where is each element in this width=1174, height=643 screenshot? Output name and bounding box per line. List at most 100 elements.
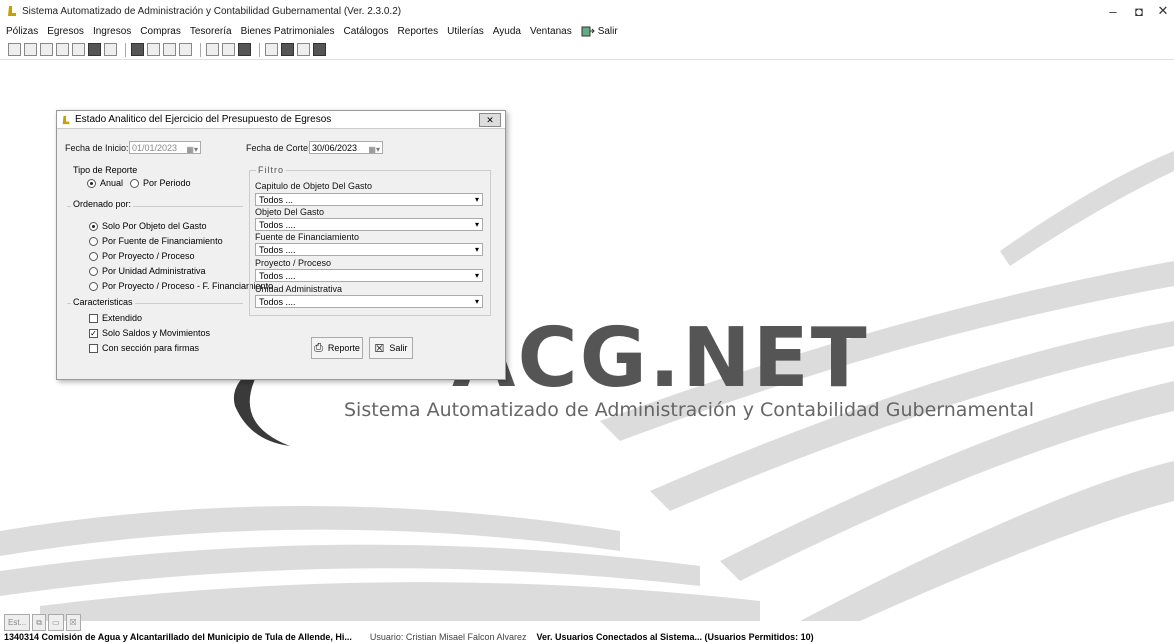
radio-unidad-administrativa[interactable]: Por Unidad Administrativa: [89, 266, 206, 276]
fecha-corte-value: 30/06/2023: [312, 143, 358, 153]
minimized-window-button[interactable]: Est...: [4, 614, 31, 631]
reporte-button[interactable]: ⎙ Reporte: [311, 337, 363, 359]
menu-catalogos[interactable]: Catálogos: [344, 26, 389, 37]
menu-bienes-patrimoniales[interactable]: Bienes Patrimoniales: [241, 26, 335, 37]
radio-anual-label: Anual: [100, 178, 124, 188]
menu-bar: Pólizas Egresos Ingresos Compras Tesorer…: [0, 22, 1174, 40]
tipo-reporte-title: Tipo de Reporte: [71, 165, 140, 175]
toolbar-doc3-icon[interactable]: [56, 43, 69, 56]
menu-utilerias[interactable]: Utilerías: [447, 26, 484, 37]
radio-proyecto-financiamiento[interactable]: Por Proyecto / Proceso - F. Financiamien…: [89, 281, 273, 291]
chevron-down-icon: ▾: [474, 297, 479, 306]
filtro-proyecto-label: Proyecto / Proceso: [255, 258, 332, 268]
mdi-taskbar: Est... ⧉ ▭ ☒: [4, 614, 83, 631]
tile-icon[interactable]: ▭: [47, 614, 64, 631]
filtro-proyecto-select[interactable]: Todos .... ▾: [255, 269, 483, 282]
menu-tesoreria[interactable]: Tesorería: [190, 26, 232, 37]
radio-por-periodo[interactable]: Por Periodo: [130, 178, 191, 188]
toolbar-chart-icon[interactable]: [104, 43, 117, 56]
toolbar-separator: [259, 42, 260, 57]
checkbox-box: ✓: [89, 328, 98, 338]
close-button[interactable]: ✕: [1148, 0, 1174, 22]
checkbox-solo-saldos[interactable]: ✓ Solo Saldos y Movimientos: [89, 328, 210, 338]
caracteristicas-title: Caracteristicas: [71, 297, 135, 307]
dialog-title-bar: Estado Analitico del Ejercicio del Presu…: [57, 111, 505, 129]
menu-ayuda[interactable]: Ayuda: [493, 26, 521, 37]
toolbar-list-icon[interactable]: [297, 43, 310, 56]
filtro-unidad-select[interactable]: Todos .... ▾: [255, 295, 483, 308]
toolbar-doc-icon[interactable]: [24, 43, 37, 56]
checkbox-extendido[interactable]: Extendido: [89, 313, 142, 323]
status-entity: 1340314 Comisión de Agua y Alcantarillad…: [4, 631, 352, 642]
checkbox-firmas[interactable]: Con sección para firmas: [89, 343, 199, 353]
filtro-capitulo-label: Capitulo de Objeto Del Gasto: [255, 181, 373, 191]
radio-por-periodo-label: Por Periodo: [143, 178, 191, 188]
filtro-objeto-value: Todos ....: [259, 220, 296, 230]
toolbar: [0, 40, 1174, 60]
dialog-app-icon: [62, 115, 70, 124]
menu-salir-label: Salir: [597, 25, 618, 37]
fecha-corte-field[interactable]: 30/06/2023 ▦▾: [309, 141, 383, 154]
toolbar-doc4-icon[interactable]: [72, 43, 85, 56]
filtro-unidad-label: Unidad Administrativa: [255, 284, 343, 294]
menu-ingresos[interactable]: Ingresos: [93, 26, 131, 37]
toolbar-edit-icon[interactable]: [147, 43, 160, 56]
toolbar-grid-icon[interactable]: [206, 43, 219, 56]
menu-polizas[interactable]: Pólizas: [6, 26, 38, 37]
background-subtitle: Sistema Automatizado de Administración y…: [344, 399, 1035, 421]
radio-proyecto-proceso[interactable]: Por Proyecto / Proceso: [89, 251, 195, 261]
close-windows-icon[interactable]: ☒: [65, 614, 81, 631]
window-title: Sistema Automatizado de Administración y…: [22, 5, 402, 17]
dialog-title: Estado Analitico del Ejercicio del Presu…: [75, 114, 332, 125]
filtro-capitulo-select[interactable]: Todos ... ▾: [255, 193, 483, 206]
menu-egresos[interactable]: Egresos: [47, 26, 84, 37]
menu-salir[interactable]: Salir: [581, 26, 618, 37]
filtro-objeto-select[interactable]: Todos .... ▾: [255, 218, 483, 231]
radio-objeto-gasto[interactable]: Solo Por Objeto del Gasto: [89, 221, 207, 231]
chevron-down-icon: ▾: [474, 220, 479, 229]
caracteristicas-group: Caracteristicas Extendido ✓ Solo Saldos y…: [67, 297, 243, 362]
chevron-down-icon: ▾: [474, 245, 479, 254]
filtro-fuente-select[interactable]: Todos .... ▾: [255, 243, 483, 256]
toolbar-new-icon[interactable]: [8, 43, 21, 56]
tipo-reporte-group: Tipo de Reporte Anual Por Periodo: [67, 165, 243, 192]
toolbar-camera-icon[interactable]: [281, 43, 294, 56]
toolbar-help-icon[interactable]: [313, 43, 326, 56]
ordenado-por-title: Ordenado por:: [71, 199, 134, 209]
reporte-button-label: Reporte: [327, 343, 360, 353]
radio-proyecto-financiamiento-label: Por Proyecto / Proceso - F. Financiamien…: [102, 281, 274, 291]
toolbar-print-icon[interactable]: [163, 43, 176, 56]
radio-proyecto-proceso-label: Por Proyecto / Proceso: [102, 251, 195, 261]
salir-button[interactable]: ☒ Salir: [369, 337, 413, 359]
fecha-inicio-field[interactable]: 01/01/2023 ▦▾: [129, 141, 201, 154]
radio-indicator: [130, 178, 139, 188]
calendar-icon[interactable]: ▦▾: [186, 143, 198, 156]
menu-compras[interactable]: Compras: [140, 26, 181, 37]
toolbar-tree-icon[interactable]: [265, 43, 278, 56]
radio-anual[interactable]: Anual: [87, 178, 123, 188]
filtro-group: Filtro Capitulo de Objeto Del Gasto Todo…: [249, 165, 491, 316]
salir-button-label: Salir: [389, 343, 408, 353]
status-connected-users[interactable]: Ver. Usuarios Conectados al Sistema... (…: [536, 632, 813, 642]
toolbar-doc2-icon[interactable]: [40, 43, 53, 56]
radio-indicator: [89, 281, 98, 291]
toolbar-report-icon[interactable]: [238, 43, 251, 56]
cascade-icon[interactable]: ⧉: [32, 614, 46, 631]
radio-indicator: [87, 178, 96, 188]
minimized-window-label: Est...: [8, 618, 27, 627]
dialog-close-button[interactable]: ✕: [479, 113, 501, 127]
toolbar-folder-icon[interactable]: [88, 43, 101, 56]
app-icon: [8, 6, 16, 16]
radio-indicator: [89, 266, 98, 276]
radio-indicator: [89, 221, 98, 231]
fecha-corte-label: Fecha de Corte:: [246, 143, 311, 153]
radio-fuente-financiamiento[interactable]: Por Fuente de Financiamiento: [89, 236, 223, 246]
menu-reportes[interactable]: Reportes: [398, 26, 439, 37]
toolbar-tools-icon[interactable]: [222, 43, 235, 56]
toolbar-box-icon[interactable]: [179, 43, 192, 56]
background-logo: ACG.NET: [452, 311, 869, 406]
menu-ventanas[interactable]: Ventanas: [530, 26, 572, 37]
toolbar-calc-icon[interactable]: [131, 43, 144, 56]
chevron-down-icon: ▾: [474, 271, 479, 280]
calendar-icon[interactable]: ▦▾: [368, 143, 380, 156]
